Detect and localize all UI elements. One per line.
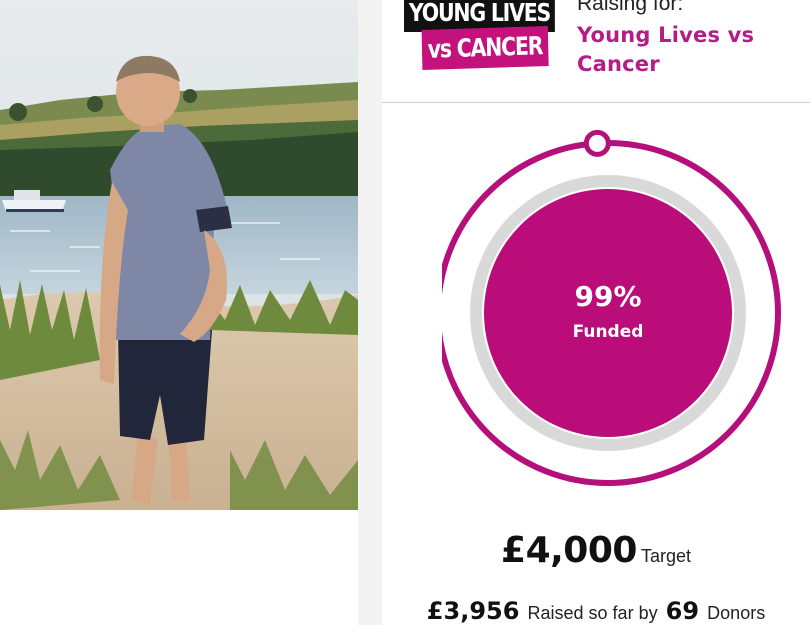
donors-label: Donors: [707, 603, 766, 623]
charity-logo[interactable]: YOUNG LIVES vs CANCER: [404, 0, 555, 72]
fundraiser-photo: [0, 0, 358, 510]
raised-row: £3,956 Raised so far by 69 Donors: [382, 597, 810, 625]
funded-disc: [484, 189, 732, 437]
charity-name-link[interactable]: Young Lives vs Cancer: [577, 21, 802, 79]
charity-header: YOUNG LIVES vs CANCER Raising for: Young…: [382, 0, 810, 103]
column-gutter: [358, 0, 382, 625]
logo-text-vs-cancer: vs CANCER: [421, 25, 549, 70]
funding-progress-ring: 99% Funded: [442, 128, 796, 490]
target-label: Target: [640, 546, 691, 566]
raised-so-far-text: Raised so far by: [527, 603, 658, 623]
raising-for-label: Raising for:: [577, 0, 684, 15]
donor-count: 69: [665, 597, 700, 625]
target-amount: £4,000: [501, 530, 637, 571]
fundraising-summary-panel: YOUNG LIVES vs CANCER Raising for: Young…: [382, 0, 810, 625]
photo-caption-area: [0, 510, 358, 625]
target-row: £4,000 Target: [382, 530, 810, 571]
funded-label: Funded: [572, 322, 644, 342]
progress-knob: [583, 129, 611, 157]
funded-percentage: 99%: [574, 280, 642, 313]
raised-amount: £3,956: [426, 597, 520, 625]
